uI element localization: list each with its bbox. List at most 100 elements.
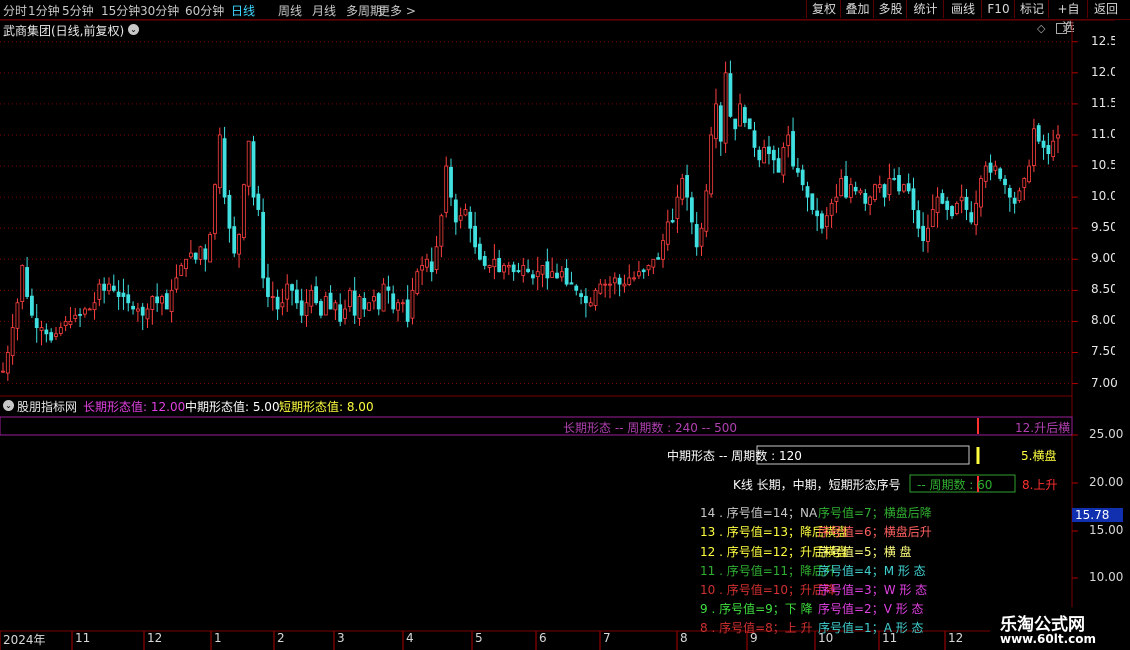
date-label: 10 bbox=[818, 631, 834, 645]
candle-body bbox=[58, 327, 63, 334]
candle-body bbox=[940, 193, 945, 204]
candle-body bbox=[824, 215, 829, 228]
toolbar-button-6[interactable]: 标记 bbox=[1014, 0, 1049, 18]
candle-body bbox=[829, 202, 834, 216]
candle-body bbox=[964, 196, 969, 210]
candle-body bbox=[540, 265, 545, 275]
date-label: 8 bbox=[680, 631, 688, 645]
candle-body bbox=[795, 168, 800, 173]
candle-body bbox=[25, 267, 29, 297]
candle-body bbox=[834, 196, 839, 202]
candle-body bbox=[1041, 140, 1046, 148]
candle-body bbox=[405, 299, 410, 322]
candle-body bbox=[1051, 140, 1056, 158]
toolbar-button-7[interactable]: +自选 bbox=[1048, 0, 1088, 34]
candle-body bbox=[131, 305, 135, 310]
candle-body bbox=[78, 314, 82, 316]
tab-period-3[interactable]: 15分钟 bbox=[101, 2, 140, 19]
tab-period-8[interactable]: 月线 bbox=[312, 2, 336, 19]
date-label: 4 bbox=[406, 631, 414, 645]
candle-body bbox=[839, 178, 844, 197]
indicator-axis-label: 20.00 bbox=[1089, 475, 1124, 489]
toolbar-button-3[interactable]: 统计 bbox=[906, 0, 944, 18]
candle-body bbox=[449, 166, 453, 198]
candle-body bbox=[757, 149, 762, 161]
tab-period-0[interactable]: 分时 bbox=[3, 2, 27, 19]
toolbar-button-2[interactable]: 多股 bbox=[873, 0, 907, 18]
candle-body bbox=[689, 197, 694, 223]
candle-body bbox=[213, 184, 217, 234]
candle-body bbox=[30, 295, 34, 316]
tab-period-10[interactable]: 更多 > bbox=[378, 2, 416, 19]
toolbar-button-8[interactable]: 返回 bbox=[1087, 0, 1124, 18]
side-panel-strip[interactable] bbox=[1115, 20, 1130, 380]
candle-body bbox=[121, 292, 126, 297]
candle-body bbox=[150, 296, 155, 310]
candle-body bbox=[266, 277, 270, 297]
date-label: 7 bbox=[603, 631, 611, 645]
candle-body bbox=[665, 221, 670, 245]
toolbar-button-5[interactable]: F10 bbox=[981, 0, 1015, 18]
collapse-icon[interactable]: ⌄ bbox=[3, 400, 14, 411]
candle-body bbox=[579, 293, 583, 297]
candle-body bbox=[502, 265, 506, 273]
candle-body bbox=[174, 277, 179, 290]
indicator-axis-label: 10.00 bbox=[1089, 570, 1124, 584]
candle-body bbox=[15, 302, 20, 329]
candle-body bbox=[270, 296, 275, 298]
date-label: 12 bbox=[948, 631, 964, 645]
candle-body bbox=[680, 178, 685, 200]
tab-period-7[interactable]: 周线 bbox=[278, 2, 302, 19]
candle-body bbox=[352, 290, 357, 316]
candle-body bbox=[844, 175, 848, 198]
date-label: 3 bbox=[337, 631, 345, 645]
legend-row-right: 序号值=7；横盘后降 bbox=[818, 506, 932, 520]
toolbar-button-0[interactable]: 复权 bbox=[806, 0, 841, 18]
candle-body bbox=[897, 175, 901, 192]
candle-body bbox=[222, 138, 227, 198]
candle-body bbox=[583, 295, 588, 304]
candle-body bbox=[781, 147, 786, 176]
candle-body bbox=[738, 103, 742, 127]
indicator-name[interactable]: 股朋指标网 bbox=[17, 398, 77, 415]
tab-period-9[interactable]: 多周期 bbox=[346, 2, 382, 19]
candle-body bbox=[217, 134, 222, 189]
candle-body bbox=[776, 158, 781, 173]
tab-period-1[interactable]: 1分钟 bbox=[28, 2, 60, 19]
candle-body bbox=[184, 258, 188, 270]
candle-body bbox=[87, 308, 92, 311]
tab-period-4[interactable]: 30分钟 bbox=[140, 2, 179, 19]
candle-body bbox=[333, 302, 338, 311]
tab-period-5[interactable]: 60分钟 bbox=[185, 2, 224, 19]
toolbar-button-1[interactable]: 叠加 bbox=[840, 0, 874, 18]
mid-right: 5.横盘 bbox=[1021, 449, 1057, 463]
tab-period-6[interactable]: 日线 bbox=[231, 2, 255, 19]
candle-body bbox=[574, 285, 579, 291]
candle-body bbox=[381, 283, 386, 312]
candle-body bbox=[309, 289, 314, 307]
candle-body bbox=[400, 302, 405, 305]
candle-body bbox=[111, 285, 116, 291]
toolbar-button-4[interactable]: 画线 bbox=[943, 0, 982, 18]
candle-body bbox=[762, 147, 767, 164]
candle-body bbox=[603, 283, 608, 286]
candle-body bbox=[116, 291, 121, 297]
candle-body bbox=[39, 327, 44, 331]
candle-body bbox=[535, 271, 540, 278]
candle-body bbox=[627, 277, 632, 285]
legend-row-right: 序号值=4；M 形 态 bbox=[818, 564, 926, 578]
candle-body bbox=[993, 165, 998, 171]
long-band-text: 长期形态 -- 周期数 : 240 -- 500 bbox=[563, 421, 738, 435]
candle-body bbox=[338, 304, 343, 322]
price-axis-label: 8.50 bbox=[1091, 282, 1118, 297]
candle-body bbox=[805, 186, 810, 198]
watermark: 乐淘公式网 www.60lt.com bbox=[990, 607, 1130, 650]
tab-period-2[interactable]: 5分钟 bbox=[62, 2, 94, 19]
candle-body bbox=[280, 302, 285, 308]
candle-body bbox=[612, 277, 617, 284]
candle-body bbox=[728, 73, 733, 117]
candle-body bbox=[256, 193, 261, 210]
indicator-axis-label: 15.00 bbox=[1089, 523, 1124, 537]
candle-body bbox=[68, 321, 73, 325]
candle-body bbox=[916, 210, 921, 229]
